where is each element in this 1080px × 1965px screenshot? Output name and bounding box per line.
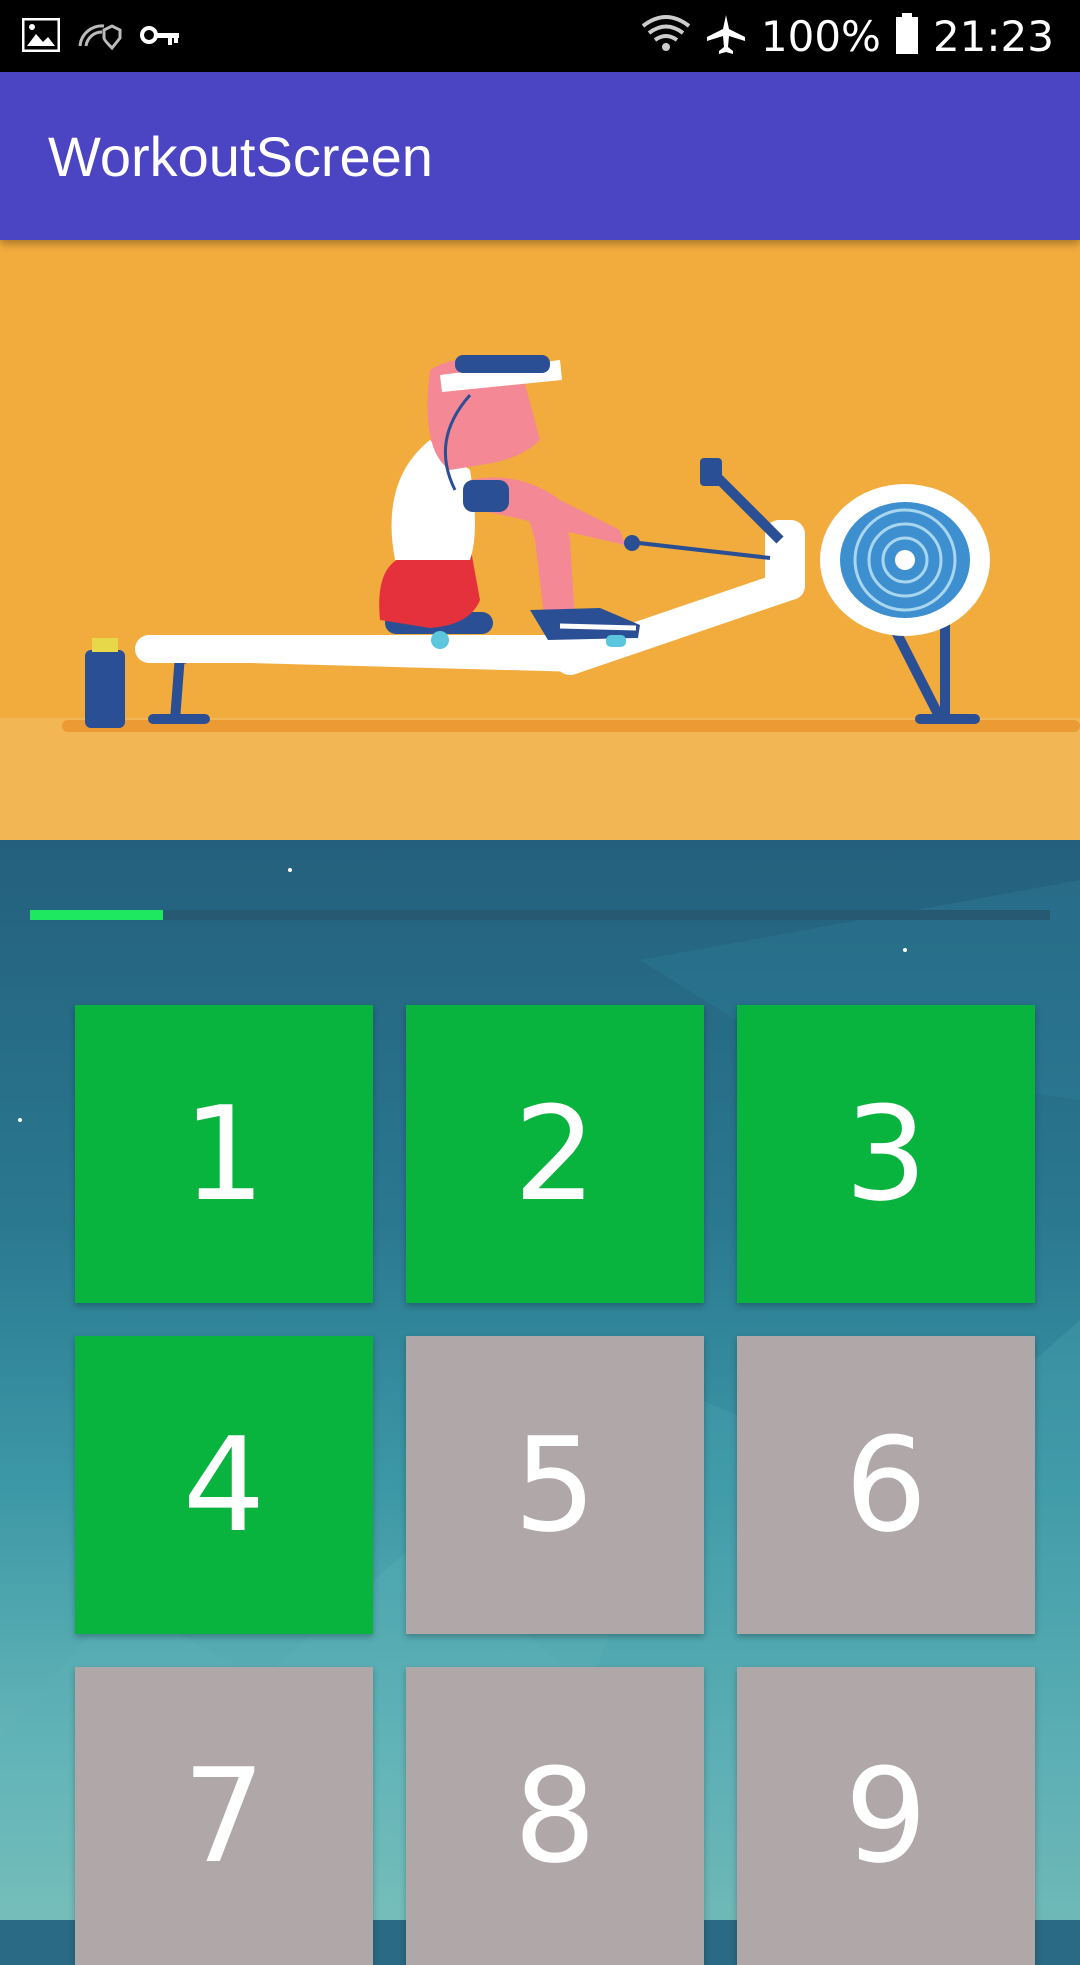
- workout-step-tile-8[interactable]: 8: [406, 1667, 704, 1965]
- app-bar: WorkoutScreen: [0, 72, 1080, 240]
- workout-step-tile-5[interactable]: 5: [406, 1336, 704, 1634]
- workout-step-tile-7[interactable]: 7: [75, 1667, 373, 1965]
- app-title: WorkoutScreen: [48, 125, 433, 188]
- rowing-illustration: [0, 240, 1080, 840]
- vpn-key-icon: [140, 22, 180, 53]
- battery-icon: [895, 13, 919, 60]
- wifi-call-icon: [78, 20, 122, 55]
- wifi-icon: [641, 14, 691, 59]
- progress-fill: [30, 910, 163, 920]
- status-bar: 100% 21:23: [0, 0, 1080, 72]
- clock: 21:23: [932, 12, 1054, 61]
- workout-progress-bar: [30, 910, 1050, 920]
- status-left-icons: [21, 17, 180, 57]
- workout-step-tile-1[interactable]: 1: [75, 1005, 373, 1303]
- airplane-icon: [705, 13, 747, 60]
- rowing-machine-illustration: [0, 355, 1080, 840]
- workout-step-tile-9[interactable]: 9: [737, 1667, 1035, 1965]
- status-right-icons: 100% 21:23: [641, 12, 1054, 61]
- battery-percent: 100%: [760, 12, 881, 61]
- workout-step-tile-6[interactable]: 6: [737, 1336, 1035, 1634]
- workout-step-tile-2[interactable]: 2: [406, 1005, 704, 1303]
- image-icon: [21, 17, 61, 57]
- workout-step-tile-3[interactable]: 3: [737, 1005, 1035, 1303]
- workout-step-tile-4[interactable]: 4: [75, 1336, 373, 1634]
